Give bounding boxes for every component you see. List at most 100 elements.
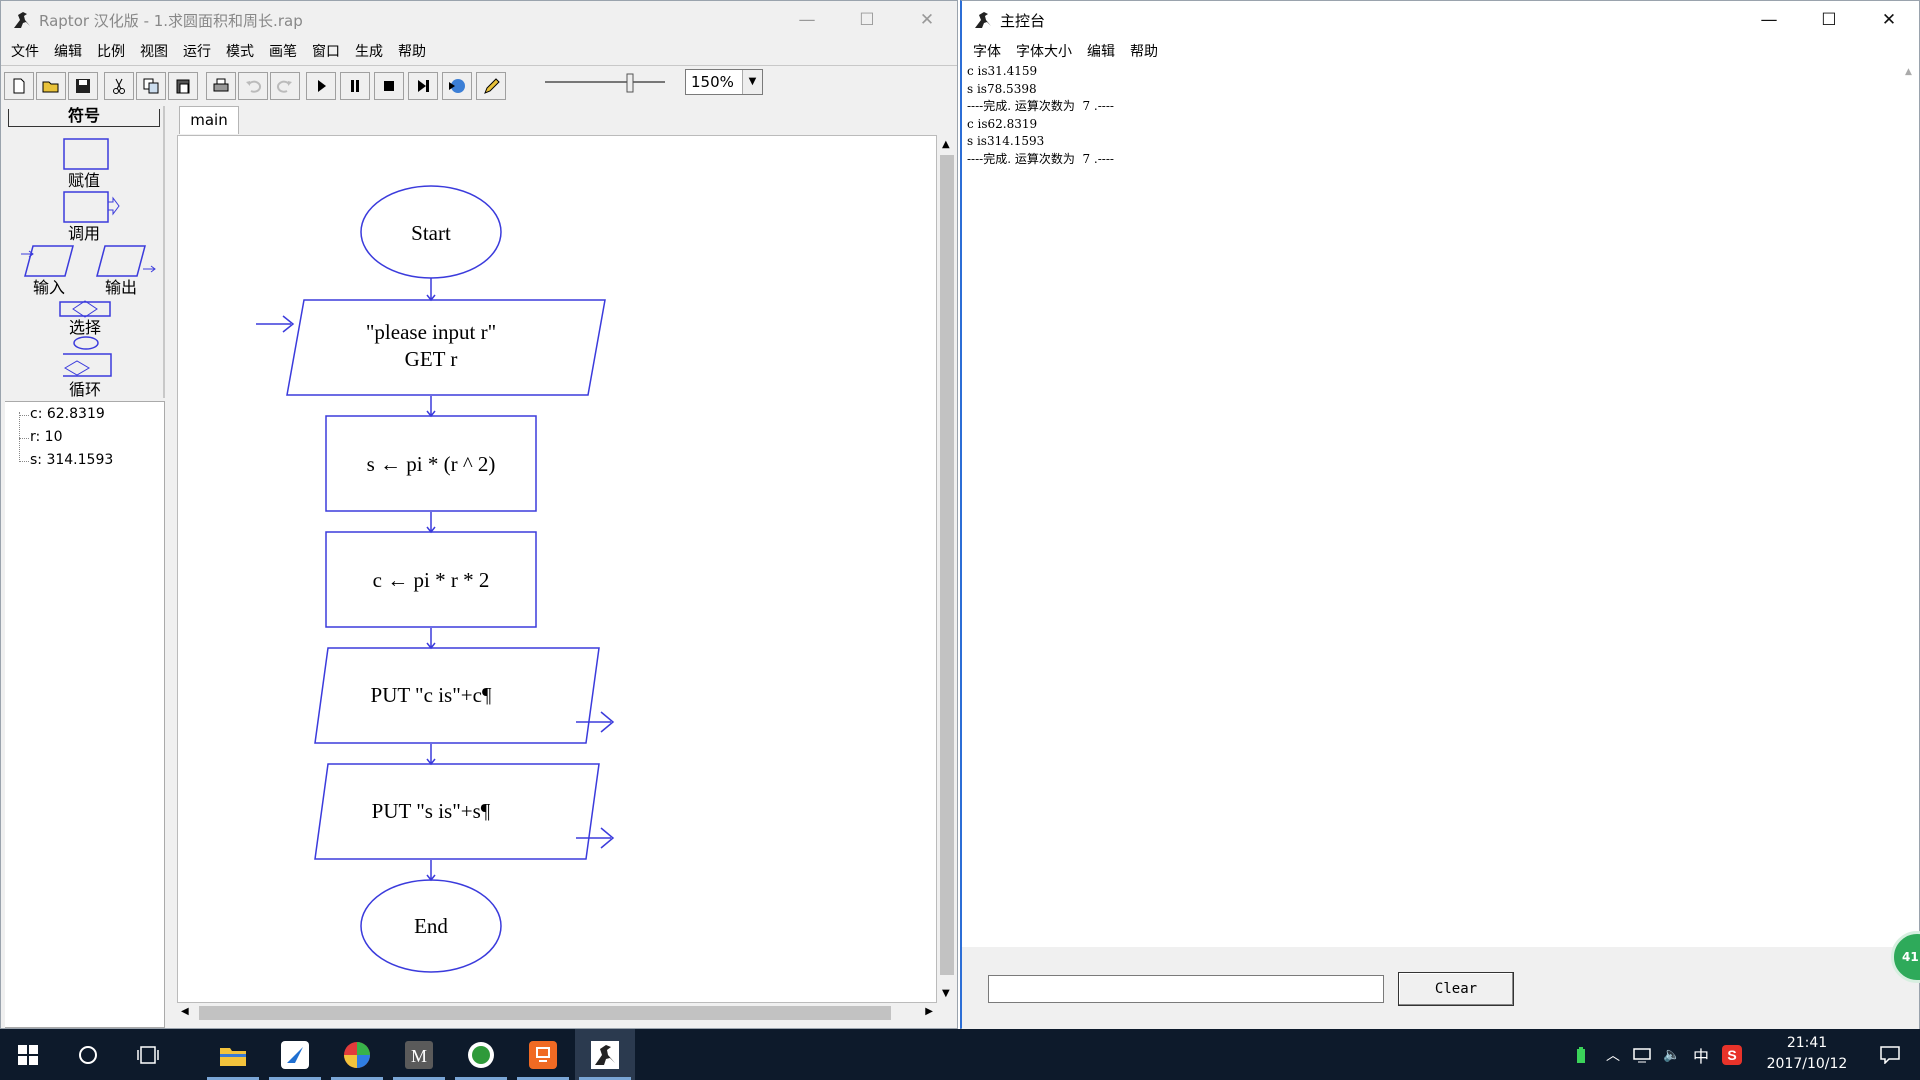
menu-generate[interactable]: 生成	[349, 41, 392, 61]
print-button[interactable]	[206, 72, 236, 100]
scroll-down-icon[interactable]: ▼	[942, 988, 950, 999]
vertical-scroll-thumb[interactable]	[940, 155, 954, 975]
console-scrollbar[interactable]: ▲	[1901, 63, 1919, 947]
minimize-button[interactable]: —	[777, 1, 837, 39]
vertical-scrollbar[interactable]: ▲ ▼	[937, 135, 957, 1003]
test-server-button[interactable]	[442, 72, 472, 100]
menu-help[interactable]: 帮助	[392, 41, 435, 61]
save-icon	[76, 79, 90, 93]
taskbar-app-raptor[interactable]	[575, 1029, 635, 1080]
assignment-s-label: s ← pi * (r ^ 2)	[367, 452, 496, 476]
taskbar-app-m[interactable]: M	[389, 1029, 449, 1080]
close-button[interactable]: ✕	[1859, 1, 1919, 39]
command-input[interactable]	[988, 975, 1384, 1003]
horizontal-scroll-thumb[interactable]	[199, 1006, 891, 1020]
assignment-symbol-icon[interactable]	[63, 138, 109, 170]
flowchart-canvas[interactable]: Start "please input r" GET r s ← pi * (r…	[177, 135, 937, 1003]
stop-button[interactable]	[374, 72, 404, 100]
battery-charging-icon[interactable]	[1570, 1029, 1592, 1080]
loop-symbol-icon[interactable]	[63, 336, 112, 377]
menu-edit[interactable]: 编辑	[1080, 41, 1123, 61]
menu-run[interactable]: 运行	[177, 41, 220, 61]
console-output[interactable]: c is31.4159 s is78.5398 ----完成. 运算次数为 7 …	[965, 63, 1900, 947]
output-line: c is31.4159	[967, 64, 1038, 78]
start-button[interactable]	[0, 1029, 56, 1080]
call-symbol-icon[interactable]	[63, 191, 120, 223]
step-button[interactable]	[408, 72, 438, 100]
undo-button[interactable]	[238, 72, 268, 100]
maximize-button[interactable]: ☐	[1799, 1, 1859, 39]
menu-ink[interactable]: 画笔	[263, 41, 306, 61]
menu-font-size[interactable]: 字体大小	[1009, 41, 1080, 61]
menu-help[interactable]: 帮助	[1123, 41, 1166, 61]
network-icon[interactable]	[1628, 1029, 1656, 1080]
paste-button[interactable]	[168, 72, 198, 100]
symbol-shapes	[21, 138, 156, 377]
menu-view[interactable]: 视图	[134, 41, 177, 61]
flow-arrow	[426, 628, 436, 650]
redo-button[interactable]	[270, 72, 300, 100]
chevron-up-icon[interactable]: ︿	[1600, 1029, 1626, 1080]
stop-icon	[384, 81, 394, 91]
menu-window[interactable]: 窗口	[306, 41, 349, 61]
run-button[interactable]	[306, 72, 336, 100]
sogou-input-icon[interactable]: S	[1718, 1029, 1746, 1080]
taskbar-app-file-explorer[interactable]	[203, 1029, 263, 1080]
task-view-button[interactable]	[120, 1029, 176, 1080]
copy-button[interactable]	[136, 72, 166, 100]
start-label: Start	[411, 221, 451, 245]
console-title-bar[interactable]: 主控台 — ☐ ✕	[962, 1, 1919, 39]
minimize-button[interactable]: —	[1739, 1, 1799, 39]
menu-scale[interactable]: 比例	[91, 41, 134, 61]
ime-indicator[interactable]: 中	[1688, 1029, 1714, 1080]
save-button[interactable]	[68, 72, 98, 100]
zoom-value: 150%	[691, 73, 734, 91]
variable-c[interactable]: c: 62.8319	[30, 406, 105, 422]
taskbar-app-feather[interactable]	[265, 1029, 325, 1080]
output-symbol-icon[interactable]	[96, 245, 156, 277]
pause-button[interactable]	[340, 72, 370, 100]
action-center-button[interactable]	[1862, 1029, 1918, 1080]
output-line: s is314.1593	[967, 134, 1045, 148]
pen-button[interactable]	[476, 72, 506, 100]
variable-s[interactable]: s: 314.1593	[30, 452, 113, 468]
green-app-icon	[468, 1041, 494, 1068]
console-menu-bar: 字体 字体大小 编辑 帮助	[962, 39, 1919, 63]
menu-font[interactable]: 字体	[966, 41, 1009, 61]
zoom-select[interactable]: 150% ▼	[685, 69, 763, 95]
menu-mode[interactable]: 模式	[220, 41, 263, 61]
zoom-slider[interactable]	[533, 68, 677, 98]
scroll-right-icon[interactable]: ▶	[925, 1006, 933, 1017]
symbol-palette: 符号 赋值 调用 输入 输出 选择 循环	[5, 106, 165, 399]
output-line: ----完成. 运算次数为 7 .----	[967, 99, 1114, 113]
open-folder-icon	[42, 81, 59, 93]
scroll-left-icon[interactable]: ◀	[181, 1006, 189, 1017]
clear-button[interactable]: Clear	[1398, 972, 1514, 1006]
console-command-area: Clear	[962, 947, 1919, 1030]
open-button[interactable]	[36, 72, 66, 100]
m-app-icon: M	[405, 1040, 433, 1069]
file-explorer-icon	[220, 1047, 246, 1066]
output-line: c is62.8319	[967, 116, 1038, 131]
new-file-button[interactable]	[4, 72, 34, 100]
volume-icon[interactable]: 🔈	[1658, 1029, 1686, 1080]
scroll-up-icon[interactable]: ▲	[942, 139, 950, 150]
tab-main[interactable]: main	[179, 106, 239, 134]
system-clock[interactable]: 21:41 2017/10/12	[1752, 1033, 1862, 1075]
raptor-title-bar[interactable]: Raptor 汉化版 - 1.求圆面积和周长.rap — ☐ ✕	[1, 1, 957, 39]
chevron-down-icon[interactable]: ▼	[742, 70, 762, 94]
input-symbol-icon[interactable]	[21, 245, 74, 277]
cut-button[interactable]	[104, 72, 134, 100]
close-button[interactable]: ✕	[897, 1, 957, 39]
scroll-up-icon[interactable]: ▲	[1905, 67, 1912, 77]
menu-edit[interactable]: 编辑	[48, 41, 91, 61]
maximize-button[interactable]: ☐	[837, 1, 897, 39]
taskbar-app-color-wheel[interactable]	[327, 1029, 387, 1080]
menu-file[interactable]: 文件	[5, 41, 48, 61]
horizontal-scrollbar[interactable]: ◀ ▶	[177, 1003, 937, 1023]
input-get-label: GET r	[405, 347, 458, 371]
search-button[interactable]	[60, 1029, 116, 1080]
taskbar-app-green[interactable]	[451, 1029, 511, 1080]
taskbar-app-presentation[interactable]	[513, 1029, 573, 1080]
variable-r[interactable]: r: 10	[30, 429, 63, 445]
